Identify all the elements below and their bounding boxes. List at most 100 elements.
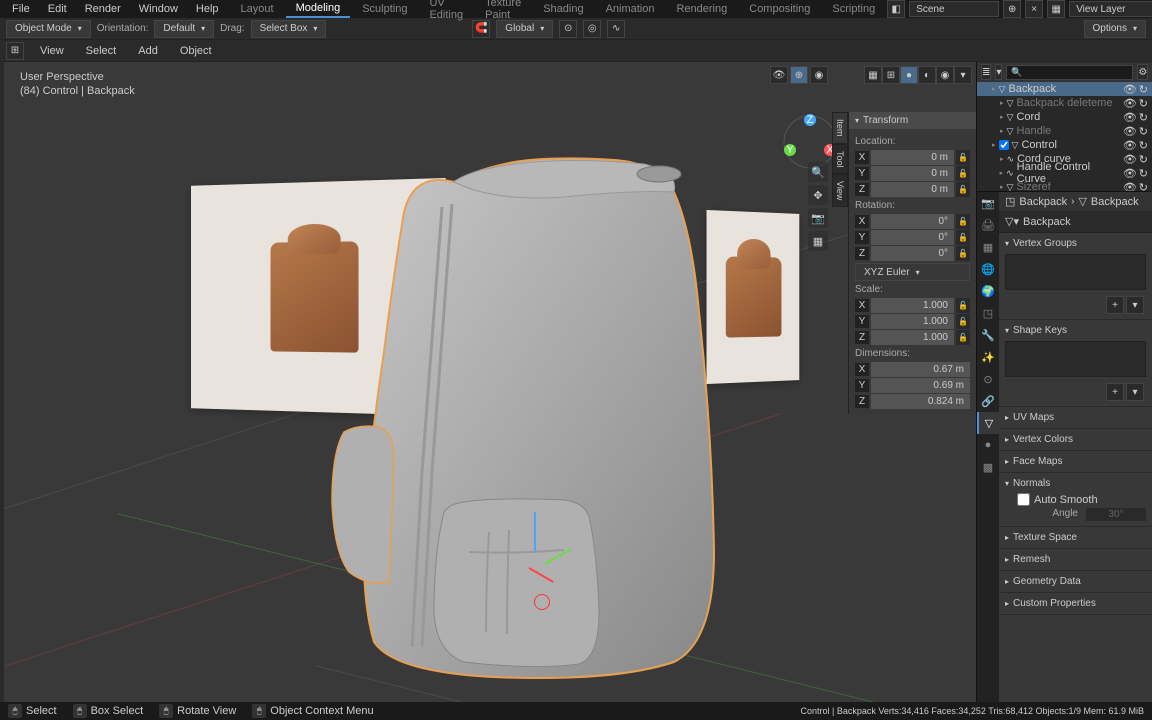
menu-help[interactable]: Help xyxy=(188,1,227,17)
angle-input[interactable]: 30° xyxy=(1086,508,1146,521)
normals-header[interactable]: Normals xyxy=(1005,476,1146,491)
snap-magnet-icon[interactable]: 🧲 xyxy=(472,20,490,38)
outliner-item[interactable]: ▸▽Backpack👁↻ xyxy=(977,82,1152,96)
custom-properties-header[interactable]: Custom Properties xyxy=(1005,596,1146,611)
geometry-data-header[interactable]: Geometry Data xyxy=(1005,574,1146,589)
options-dropdown[interactable]: Options xyxy=(1084,20,1146,38)
rendered-shading-icon[interactable]: ◉ xyxy=(936,66,954,84)
mesh-name[interactable]: Backpack xyxy=(1023,216,1071,228)
workspace-scripting[interactable]: Scripting xyxy=(822,1,885,17)
workspace-uv[interactable]: UV Editing xyxy=(419,0,473,23)
selectability-icon[interactable]: 👁 xyxy=(770,66,788,84)
special-icon[interactable]: ▾ xyxy=(1126,296,1144,314)
material-tab-icon[interactable]: ● xyxy=(977,434,999,456)
workspace-modeling[interactable]: Modeling xyxy=(286,0,351,18)
special-icon[interactable]: ▾ xyxy=(1126,383,1144,401)
menu-window[interactable]: Window xyxy=(131,1,186,17)
face-maps-header[interactable]: Face Maps xyxy=(1005,454,1146,469)
breadcrumb-obj[interactable]: Backpack xyxy=(1019,196,1067,208)
scl-y-input[interactable]: 1.000 xyxy=(871,314,954,329)
viewlayer-icon[interactable]: ▦ xyxy=(1047,0,1065,18)
outliner-item[interactable]: ▸▽Control👁↻ xyxy=(977,138,1152,152)
editor-type-icon[interactable]: ⊞ xyxy=(6,42,24,60)
add-icon[interactable]: + xyxy=(1106,296,1124,314)
tab-item[interactable]: Item xyxy=(832,112,848,144)
gizmo-z-axis[interactable] xyxy=(534,512,536,552)
dim-z[interactable]: 0.824 m xyxy=(871,394,970,409)
lock-icon[interactable]: 🔓 xyxy=(956,214,970,229)
snap-icon[interactable]: ⊙ xyxy=(559,20,577,38)
scl-z-input[interactable]: 1.000 xyxy=(871,330,954,345)
workspace-animation[interactable]: Animation xyxy=(596,1,665,17)
view-menu[interactable]: View xyxy=(34,43,70,59)
constraint-tab-icon[interactable]: 🔗 xyxy=(977,390,999,412)
shading-options-icon[interactable]: ▾ xyxy=(954,66,972,84)
tab-view[interactable]: View xyxy=(832,174,848,207)
lock-icon[interactable]: 🔓 xyxy=(956,314,970,329)
add-menu[interactable]: Add xyxy=(132,43,164,59)
outliner-item[interactable]: ▸▽Handle👁↻ xyxy=(977,124,1152,138)
workspace-compositing[interactable]: Compositing xyxy=(739,1,820,17)
gizmo-toggle-icon[interactable]: ⊕ xyxy=(790,66,808,84)
menu-edit[interactable]: Edit xyxy=(40,1,75,17)
rot-y-input[interactable]: 0° xyxy=(871,230,954,245)
overlay-toggle-icon[interactable]: ◉ xyxy=(810,66,828,84)
dim-x[interactable]: 0.67 m xyxy=(871,362,970,377)
modifier-tab-icon[interactable]: 🔧 xyxy=(977,324,999,346)
matprev-shading-icon[interactable]: ◐ xyxy=(918,66,936,84)
scene-tab-icon[interactable]: 🌐 xyxy=(977,258,999,280)
scene-name-input[interactable] xyxy=(909,1,999,17)
shape-keys-header[interactable]: Shape Keys xyxy=(1005,323,1146,338)
scene-new-icon[interactable]: ⊕ xyxy=(1003,0,1021,18)
texture-space-header[interactable]: Texture Space xyxy=(1005,530,1146,545)
dim-y[interactable]: 0.69 m xyxy=(871,378,970,393)
shape-keys-list[interactable] xyxy=(1005,341,1146,377)
menu-file[interactable]: File xyxy=(4,1,38,17)
outliner-item[interactable]: ▸▽Cord👁↻ xyxy=(977,110,1152,124)
workspace-shading[interactable]: Shading xyxy=(533,1,593,17)
viewlayer-input[interactable] xyxy=(1069,1,1152,17)
workspace-rendering[interactable]: Rendering xyxy=(666,1,737,17)
zoom-icon[interactable]: 🔍 xyxy=(808,162,828,182)
loc-x-input[interactable]: 0 m xyxy=(871,150,954,165)
render-tab-icon[interactable]: 📷 xyxy=(977,192,999,214)
solid-shading-icon[interactable]: ● xyxy=(900,66,918,84)
texture-tab-icon[interactable]: ▩ xyxy=(977,456,999,478)
perspective-toggle-icon[interactable]: ▦ xyxy=(808,231,828,251)
object-menu[interactable]: Object xyxy=(174,43,218,59)
physics-tab-icon[interactable]: ⊙ xyxy=(977,368,999,390)
outliner-item[interactable]: ▸▽Backpack deleteme👁↻ xyxy=(977,96,1152,110)
particle-tab-icon[interactable]: ✨ xyxy=(977,346,999,368)
vertex-groups-header[interactable]: Vertex Groups xyxy=(1005,236,1146,251)
tab-tool[interactable]: Tool xyxy=(832,144,848,175)
mode-dropdown[interactable]: Object Mode xyxy=(6,20,91,38)
xray-icon[interactable]: ▦ xyxy=(864,66,882,84)
3d-viewport[interactable]: User Perspective (84) Control | Backpack… xyxy=(4,62,976,702)
camera-icon[interactable]: 📷 xyxy=(808,208,828,228)
lock-icon[interactable]: 🔓 xyxy=(956,150,970,165)
loc-y-input[interactable]: 0 m xyxy=(871,166,954,181)
filter-icon[interactable]: ▾ xyxy=(995,64,1002,80)
scene-icon[interactable]: ◧ xyxy=(887,0,905,18)
outliner-item[interactable]: ▸∿Handle Control Curve👁↻ xyxy=(977,166,1152,180)
outliner-type-icon[interactable]: ≣ xyxy=(981,64,991,80)
backpack-mesh[interactable] xyxy=(314,152,734,692)
lock-icon[interactable]: 🔓 xyxy=(956,330,970,345)
uv-maps-header[interactable]: UV Maps xyxy=(1005,410,1146,425)
transform-panel-header[interactable]: Transform xyxy=(849,112,976,129)
orientation-dropdown[interactable]: Default xyxy=(154,20,214,38)
scl-x-input[interactable]: 1.000 xyxy=(871,298,954,313)
global-dropdown[interactable]: Global xyxy=(496,20,553,38)
auto-smooth-checkbox[interactable] xyxy=(1017,493,1030,506)
lock-icon[interactable]: 🔓 xyxy=(956,230,970,245)
vertex-colors-header[interactable]: Vertex Colors xyxy=(1005,432,1146,447)
object-tab-icon[interactable]: ◳ xyxy=(977,302,999,324)
lock-icon[interactable]: 🔓 xyxy=(956,298,970,313)
output-tab-icon[interactable]: 🖨 xyxy=(977,214,999,236)
outliner-search-input[interactable] xyxy=(1006,65,1133,80)
proportional-icon[interactable]: ◎ xyxy=(583,20,601,38)
lock-icon[interactable]: 🔓 xyxy=(956,246,970,261)
drag-dropdown[interactable]: Select Box xyxy=(251,20,327,38)
rot-z-input[interactable]: 0° xyxy=(871,246,954,261)
workspace-layout[interactable]: Layout xyxy=(231,1,284,17)
